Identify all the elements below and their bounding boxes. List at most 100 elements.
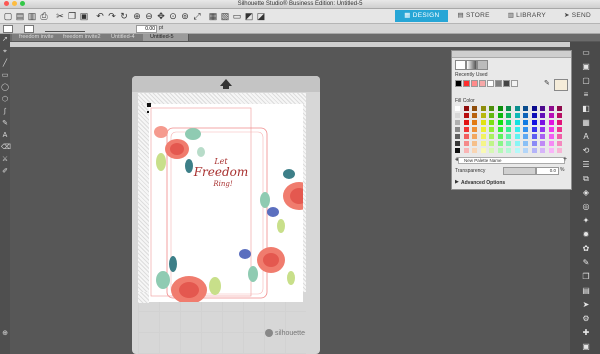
- palette-color-swatch[interactable]: [540, 120, 545, 125]
- palette-color-swatch[interactable]: [548, 148, 554, 153]
- palette-color-swatch[interactable]: [463, 113, 469, 118]
- recent-color-swatch[interactable]: [487, 80, 494, 87]
- knife-tool-icon[interactable]: ⚔: [1, 156, 9, 164]
- palette-color-swatch[interactable]: [497, 127, 503, 132]
- transform-panel-icon[interactable]: ⟲: [581, 146, 591, 156]
- zoom-in-icon[interactable]: ⊕: [132, 11, 142, 21]
- palette-color-swatch[interactable]: [557, 120, 562, 125]
- page-setup-panel-icon[interactable]: ▭: [581, 48, 591, 58]
- open-icon[interactable]: ▤: [15, 11, 25, 21]
- palette-color-swatch[interactable]: [531, 120, 537, 125]
- pan-icon[interactable]: ✥: [156, 11, 166, 21]
- line-tool-icon[interactable]: ╱: [1, 60, 9, 68]
- palette-color-swatch[interactable]: [506, 127, 511, 132]
- palette-color-swatch[interactable]: [514, 120, 520, 125]
- pattern-preview[interactable]: [477, 60, 488, 70]
- palette-plus-icon[interactable]: +: [563, 156, 567, 163]
- palette-color-swatch[interactable]: [514, 148, 520, 153]
- palette-color-swatch[interactable]: [557, 113, 562, 118]
- palette-color-swatch[interactable]: [557, 148, 562, 153]
- page-setup-icon[interactable]: ▭: [232, 11, 242, 21]
- palette-color-swatch[interactable]: [506, 113, 511, 118]
- transparency-slider[interactable]: [503, 167, 536, 175]
- text-style-panel-icon[interactable]: A: [581, 132, 591, 142]
- palette-color-swatch[interactable]: [497, 141, 503, 146]
- palette-color-swatch[interactable]: [455, 120, 460, 125]
- paste-icon[interactable]: ▣: [79, 11, 89, 21]
- zoom-out-icon[interactable]: ⊖: [144, 11, 154, 21]
- rectangle-tool-icon[interactable]: ▭: [1, 72, 9, 80]
- palette-color-swatch[interactable]: [497, 148, 503, 153]
- palette-color-swatch[interactable]: [497, 106, 503, 111]
- trace-panel-icon[interactable]: ✦: [581, 216, 591, 226]
- palette-color-swatch[interactable]: [514, 134, 520, 139]
- palette-color-swatch[interactable]: [557, 106, 562, 111]
- palette-color-swatch[interactable]: [489, 141, 494, 146]
- eyedropper-tool-icon[interactable]: ✐: [1, 168, 9, 176]
- palette-color-swatch[interactable]: [557, 134, 562, 139]
- grid-icon[interactable]: ▦: [208, 11, 218, 21]
- eraser-tool-icon[interactable]: ⌫: [1, 144, 11, 152]
- fill-color-panel-icon[interactable]: ▣: [581, 62, 591, 72]
- selection-handle[interactable]: [147, 111, 149, 113]
- palette-color-swatch[interactable]: [514, 113, 520, 118]
- palette-color-swatch[interactable]: [480, 148, 486, 153]
- tab-untitled-5[interactable]: Untitled-5: [143, 34, 189, 41]
- palette-color-swatch[interactable]: [463, 148, 469, 153]
- line-width-field[interactable]: 0.00: [136, 25, 157, 33]
- palette-color-swatch[interactable]: [514, 141, 520, 146]
- image-effects-panel-icon[interactable]: ✿: [581, 244, 591, 254]
- recent-color-swatch[interactable]: [471, 80, 478, 87]
- star-panel-icon[interactable]: ✹: [581, 230, 591, 240]
- rotate-icon[interactable]: ↻: [119, 11, 129, 21]
- palette-color-swatch[interactable]: [480, 106, 486, 111]
- palette-color-swatch[interactable]: [472, 134, 477, 139]
- palette-color-swatch[interactable]: [548, 120, 554, 125]
- text-tool-icon[interactable]: A: [1, 132, 9, 140]
- fit-page-icon[interactable]: ⤢: [192, 11, 202, 21]
- line-style-select[interactable]: [45, 26, 85, 32]
- magnify-tool-icon[interactable]: ⊕: [1, 330, 9, 338]
- fill-color-swatch[interactable]: [3, 25, 13, 33]
- zoom-fit-icon[interactable]: ⊙: [168, 11, 178, 21]
- palette-color-swatch[interactable]: [480, 113, 486, 118]
- palette-color-swatch[interactable]: [472, 106, 477, 111]
- palette-color-swatch[interactable]: [497, 113, 503, 118]
- palette-color-swatch[interactable]: [548, 113, 554, 118]
- select-tool-icon[interactable]: ➚: [1, 36, 9, 44]
- palette-color-swatch[interactable]: [472, 120, 477, 125]
- palette-color-swatch[interactable]: [455, 141, 460, 146]
- tab-send[interactable]: ➤ SEND: [555, 10, 600, 22]
- new-document-icon[interactable]: ▢: [3, 11, 13, 21]
- line-style-panel-icon[interactable]: ≡: [581, 90, 591, 100]
- palette-color-swatch[interactable]: [540, 113, 545, 118]
- palette-color-swatch[interactable]: [523, 127, 528, 132]
- cut-icon[interactable]: ✂: [55, 11, 65, 21]
- palette-color-swatch[interactable]: [463, 106, 469, 111]
- offset-panel-icon[interactable]: ◎: [581, 202, 591, 212]
- tab-freedom-invite2[interactable]: freedom invite2: [56, 34, 111, 41]
- palette-color-swatch[interactable]: [455, 113, 460, 118]
- fill-preview[interactable]: [455, 60, 466, 70]
- palette-color-swatch[interactable]: [463, 127, 469, 132]
- palette-color-swatch[interactable]: [531, 106, 537, 111]
- settings-panel-icon[interactable]: ⚙: [581, 314, 591, 324]
- palette-color-swatch[interactable]: [548, 106, 554, 111]
- palette-color-swatch[interactable]: [472, 127, 477, 132]
- recent-color-swatch[interactable]: [511, 80, 518, 87]
- palette-color-swatch[interactable]: [489, 120, 494, 125]
- selection-handle[interactable]: [147, 103, 151, 107]
- point-edit-tool-icon[interactable]: ⌖: [1, 48, 9, 56]
- palette-name-field[interactable]: New Palette Name: [458, 157, 565, 164]
- align-panel-icon[interactable]: ☰: [581, 160, 591, 170]
- advanced-toggle-icon[interactable]: ▶: [455, 179, 459, 185]
- palette-color-swatch[interactable]: [463, 141, 469, 146]
- palette-color-swatch[interactable]: [548, 127, 554, 132]
- palette-color-swatch[interactable]: [455, 127, 460, 132]
- palette-color-swatch[interactable]: [472, 141, 477, 146]
- modify-panel-icon[interactable]: ◈: [581, 188, 591, 198]
- gradient-panel-icon[interactable]: ◧: [581, 104, 591, 114]
- palette-color-swatch[interactable]: [480, 127, 486, 132]
- palette-color-swatch[interactable]: [472, 113, 477, 118]
- sketch-panel-icon[interactable]: ✎: [581, 258, 591, 268]
